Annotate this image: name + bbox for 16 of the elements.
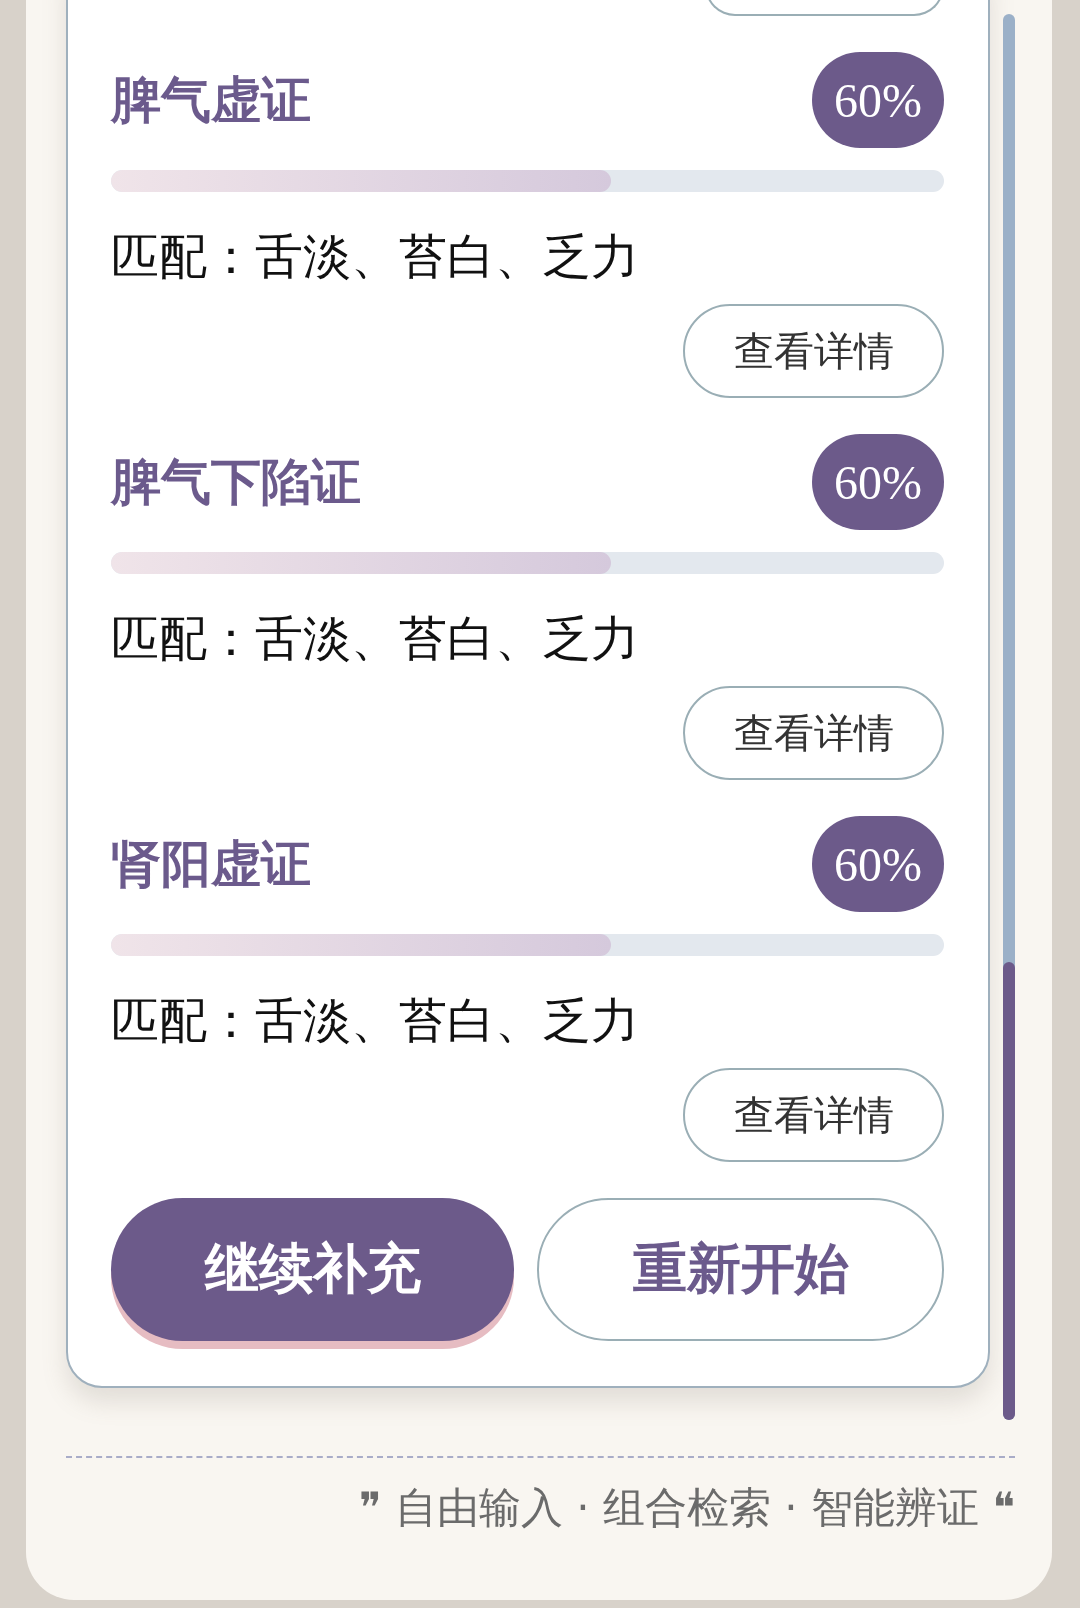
syndrome-title: 脾气虚证: [111, 70, 311, 130]
scrollbar[interactable]: [1003, 14, 1015, 1420]
match-percent-badge: 60%: [812, 52, 944, 148]
match-percent-badge: 60%: [812, 816, 944, 912]
details-button[interactable]: 查看详情: [683, 686, 944, 780]
details-button[interactable]: 查看详情: [683, 304, 944, 398]
scrollbar-thumb[interactable]: [1003, 962, 1015, 1420]
syndrome-title: 脾气下陷证: [111, 452, 361, 512]
matched-symptoms: 匹配：舌淡、苔白、乏力: [111, 993, 640, 1049]
matched-symptoms: 匹配：舌淡、苔白、乏力: [111, 229, 640, 285]
syndrome-title: 肾阳虚证: [111, 834, 311, 894]
restart-button[interactable]: 重新开始: [537, 1198, 944, 1341]
matched-symptoms: 匹配：舌淡、苔白、乏力: [111, 611, 640, 667]
match-percent-badge: 60%: [812, 434, 944, 530]
footer-tagline: ❞ 自由输入 · 组合检索 · 智能辨证 ❝: [358, 1482, 1015, 1534]
details-button[interactable]: 查看详情: [683, 1068, 944, 1162]
